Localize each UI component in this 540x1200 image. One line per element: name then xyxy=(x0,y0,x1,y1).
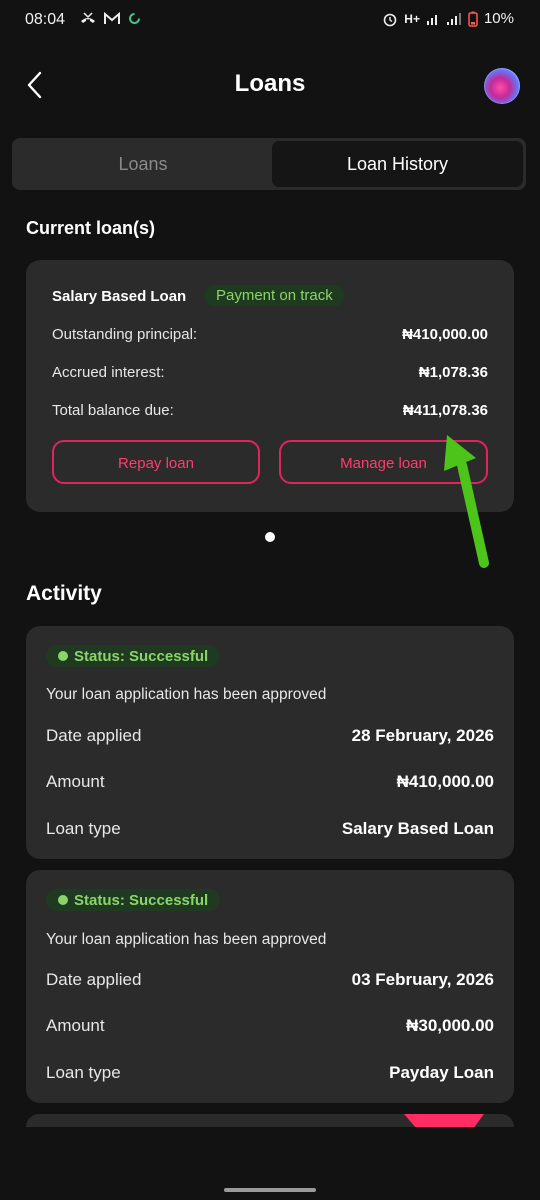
home-indicator[interactable] xyxy=(224,1188,316,1192)
activity-row-amount: Amount ₦410,000.00 xyxy=(46,772,494,794)
carousel-indicator xyxy=(265,532,275,542)
loan-tabs: Loans Loan History xyxy=(12,138,526,190)
gmail-icon xyxy=(104,11,120,24)
network-type: H+ xyxy=(404,11,420,26)
activity-card[interactable]: Status: Successful Your loan application… xyxy=(26,870,514,1103)
loan-name: Salary Based Loan xyxy=(52,288,187,305)
annotation-arrow xyxy=(444,435,489,568)
row-label: Amount xyxy=(46,772,105,791)
app-bar: Loans xyxy=(0,56,540,116)
activity-row-type: Loan type Payday Loan xyxy=(46,1063,494,1085)
row-value: ₦411,078.36 xyxy=(402,402,488,419)
status-dot-icon xyxy=(58,651,68,661)
row-value: 28 February, 2026 xyxy=(351,726,494,745)
row-value: ₦30,000.00 xyxy=(406,1016,494,1035)
row-label: Outstanding principal: xyxy=(52,326,198,343)
tab-loans[interactable]: Loans xyxy=(15,141,271,187)
notification-icons xyxy=(80,11,141,25)
row-value: ₦410,000.00 xyxy=(402,326,488,343)
promo-ribbon xyxy=(404,1114,484,1127)
tab-loan-history[interactable]: Loan History xyxy=(272,141,523,187)
alarm-icon xyxy=(383,13,397,26)
system-icons: H+ 10% xyxy=(382,10,514,27)
row-label: Amount xyxy=(46,1016,105,1035)
activity-card-partial[interactable] xyxy=(26,1114,514,1127)
activity-message: Your loan application has been approved xyxy=(46,931,327,948)
current-loans-title: Current loan(s) xyxy=(26,218,156,238)
loan-row-interest: Accrued interest: ₦1,078.36 xyxy=(52,364,488,384)
activity-message: Your loan application has been approved xyxy=(46,686,327,703)
row-value: 03 February, 2026 xyxy=(351,970,494,989)
battery-icon xyxy=(468,11,478,27)
status-time: 08:04 xyxy=(25,11,66,28)
activity-row-date: Date applied 28 February, 2026 xyxy=(46,726,494,748)
status-badge: Status: Successful xyxy=(46,889,221,911)
sync-icon xyxy=(129,12,140,24)
row-label: Loan type xyxy=(46,1063,121,1082)
row-label: Loan type xyxy=(46,819,121,838)
row-value: ₦1,078.36 xyxy=(418,364,488,381)
activity-row-date: Date applied 03 February, 2026 xyxy=(46,970,494,992)
row-label: Accrued interest: xyxy=(52,364,165,381)
missed-call-icon xyxy=(81,12,95,23)
wifi-signal-icon xyxy=(426,14,437,25)
row-value: Salary Based Loan xyxy=(341,819,494,838)
avatar[interactable] xyxy=(484,68,520,104)
activity-title: Activity xyxy=(26,582,102,605)
row-label: Total balance due: xyxy=(52,402,174,419)
row-label: Date applied xyxy=(46,726,142,745)
activity-row-amount: Amount ₦30,000.00 xyxy=(46,1016,494,1038)
battery-level: 10% xyxy=(483,10,514,27)
cell-signal-icon xyxy=(446,12,461,25)
page-title: Loans xyxy=(234,70,306,97)
status-badge: Payment on track xyxy=(204,285,345,306)
status-text: Status: Successful xyxy=(74,891,209,909)
row-label: Date applied xyxy=(46,970,142,989)
activity-card[interactable]: Status: Successful Your loan application… xyxy=(26,626,514,859)
status-text: Status: Successful xyxy=(74,647,209,665)
loan-row-total: Total balance due: ₦411,078.36 xyxy=(52,402,488,422)
row-value: ₦410,000.00 xyxy=(396,772,494,791)
repay-loan-button[interactable]: Repay loan xyxy=(52,440,260,484)
loan-row-principal: Outstanding principal: ₦410,000.00 xyxy=(52,326,488,346)
row-value: Payday Loan xyxy=(389,1063,494,1082)
status-dot-icon xyxy=(58,895,68,905)
status-bar: 08:04 H+ 10% xyxy=(0,0,540,40)
status-badge: Status: Successful xyxy=(46,645,221,667)
activity-row-type: Loan type Salary Based Loan xyxy=(46,819,494,841)
